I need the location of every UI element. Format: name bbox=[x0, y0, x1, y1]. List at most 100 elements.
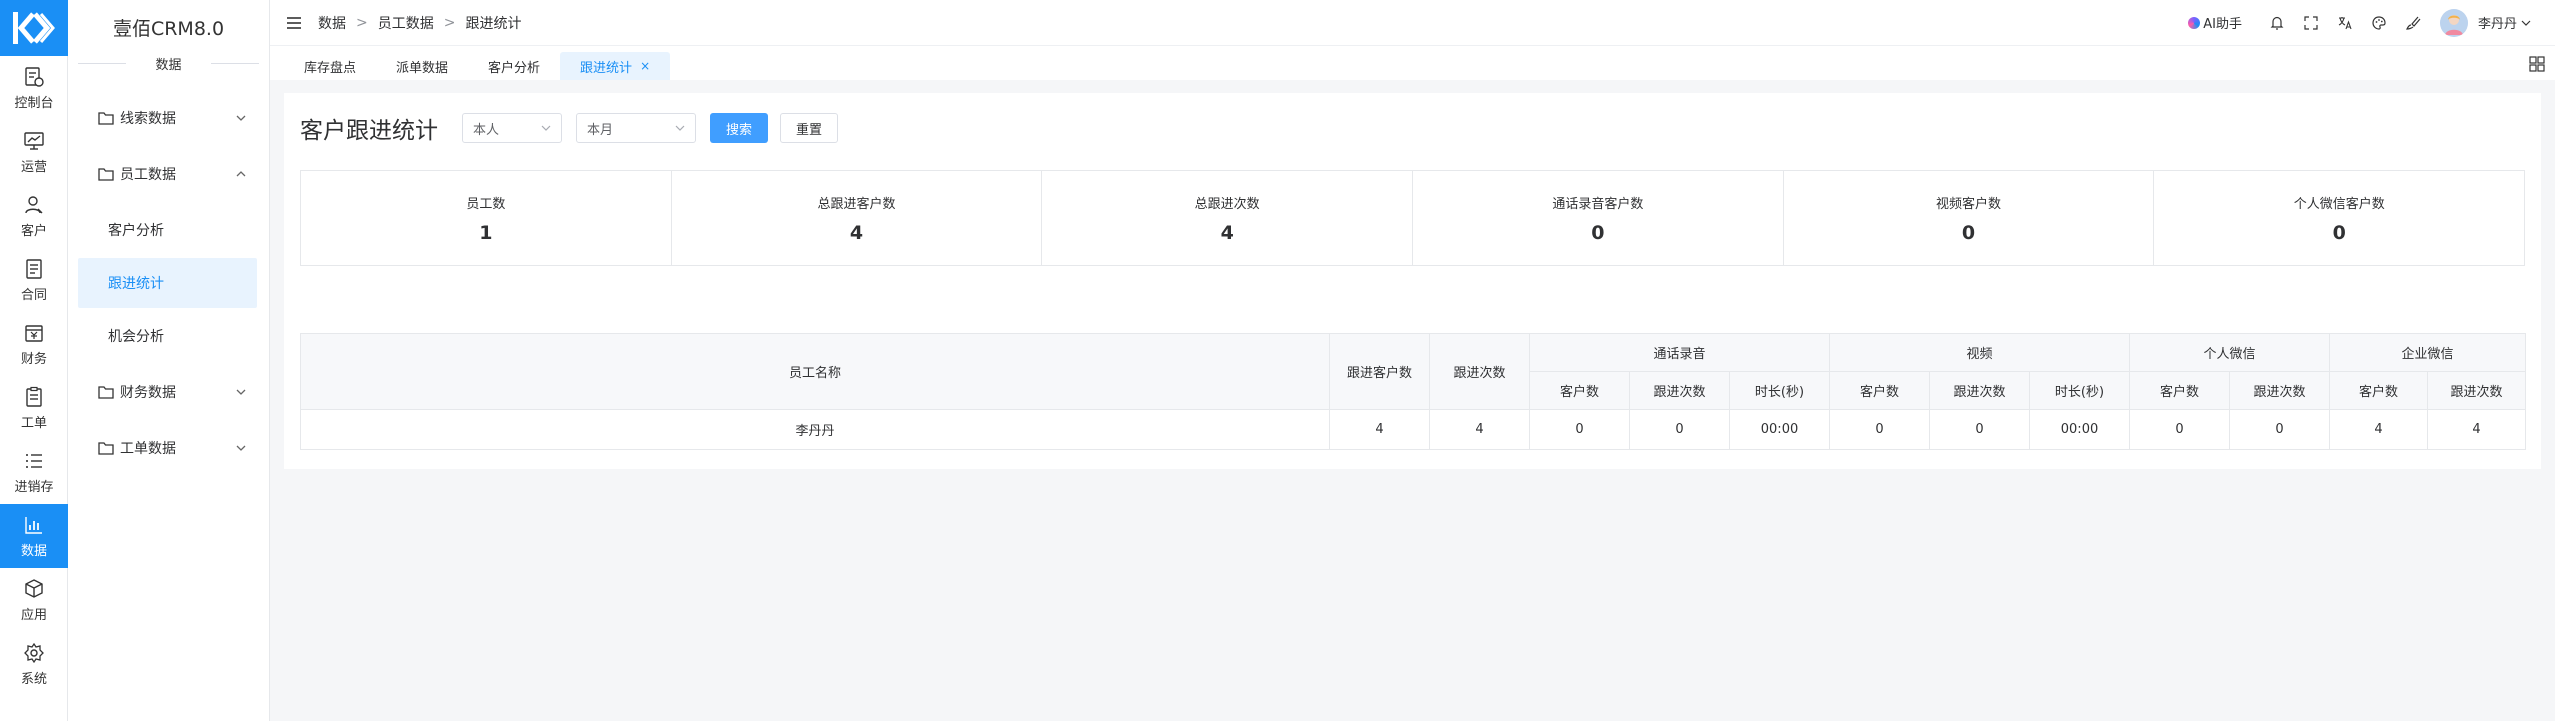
stat-staff-count: 员工数 1 bbox=[301, 171, 672, 265]
column-header: 跟进客户数 bbox=[1329, 333, 1430, 410]
scope-select[interactable]: 本人 bbox=[462, 113, 562, 143]
cell-video-follows: 0 bbox=[1929, 409, 2030, 450]
menu-group-finance[interactable]: 财务数据 bbox=[68, 364, 269, 420]
search-button[interactable]: 搜索 bbox=[710, 113, 768, 143]
chevron-down-icon[interactable] bbox=[2521, 18, 2531, 28]
page-title: 客户跟进统计 bbox=[300, 118, 438, 144]
palette-icon[interactable] bbox=[2371, 15, 2387, 31]
translate-icon[interactable] bbox=[2337, 15, 2353, 31]
ai-icon bbox=[2188, 16, 2201, 29]
chevron-down-icon bbox=[236, 389, 246, 395]
rail-label: 应用 bbox=[20, 607, 47, 623]
tab-close-icon[interactable]: × bbox=[640, 59, 650, 73]
rail-item-apps[interactable]: 应用 bbox=[0, 568, 68, 632]
rail-label: 合同 bbox=[20, 287, 47, 303]
rail-item-customers[interactable]: 客户 bbox=[0, 184, 68, 248]
breadcrumb: 数据 > 员工数据 > 跟进统计 bbox=[318, 13, 522, 33]
column-group-header: 通话录音 bbox=[1529, 333, 1830, 372]
avatar[interactable] bbox=[2439, 8, 2468, 37]
settings-icon bbox=[24, 642, 44, 663]
table-row: 李丹丹 4 4 0 0 00:00 0 0 00:00 0 0 4 4 bbox=[300, 409, 2527, 450]
cell-video-customers: 0 bbox=[1829, 409, 1930, 450]
avatar-icon bbox=[2439, 8, 2468, 37]
rail-label: 系统 bbox=[20, 671, 47, 687]
column-header: 跟进次数 bbox=[1429, 333, 1530, 410]
stat-total-follow-count: 总跟进次数 4 bbox=[1042, 171, 1414, 265]
hamburger-icon[interactable] bbox=[286, 16, 302, 30]
column-header: 客户数 bbox=[1529, 371, 1630, 410]
rail-item-dashboard[interactable]: 控制台 bbox=[0, 56, 68, 120]
stat-video-customers: 视频客户数 0 bbox=[1784, 171, 2155, 265]
fullscreen-icon[interactable] bbox=[2303, 15, 2319, 31]
document-icon bbox=[26, 258, 42, 279]
bell-icon[interactable] bbox=[2269, 15, 2285, 31]
chevron-down-icon bbox=[236, 445, 246, 451]
period-select[interactable]: 本月 bbox=[576, 113, 696, 143]
finance-icon bbox=[25, 324, 43, 342]
cell-follow-count: 4 bbox=[1429, 409, 1530, 450]
menu-group-staff[interactable]: 员工数据 bbox=[68, 146, 269, 202]
breadcrumb-item[interactable]: 员工数据 bbox=[378, 13, 434, 33]
brush-icon[interactable] bbox=[2405, 15, 2421, 31]
follow-stats-table: 员工名称 跟进客户数 跟进次数 通话录音 视频 个人微信 企业微信 客户数 跟进… bbox=[300, 333, 2527, 450]
chevron-up-icon bbox=[236, 171, 246, 177]
tab-follow-stats[interactable]: 跟进统计 × bbox=[560, 52, 671, 80]
bar-chart-icon bbox=[25, 516, 42, 534]
stats-summary: 员工数 1 总跟进客户数 4 总跟进次数 4 通话录音客户数 0 视频客户数 0 个人微信… bbox=[300, 170, 2525, 266]
dashboard-icon bbox=[25, 66, 44, 87]
stat-call-customers: 通话录音客户数 0 bbox=[1413, 171, 1784, 265]
folder-icon bbox=[98, 442, 114, 455]
column-header: 客户数 bbox=[2129, 371, 2231, 410]
tab-inventory-check[interactable]: 库存盘点 bbox=[284, 52, 376, 80]
app-title: 壹佰CRM8.0 bbox=[112, 17, 225, 40]
menu-group-leads[interactable]: 线索数据 bbox=[68, 90, 269, 146]
list-icon bbox=[26, 453, 42, 468]
menu-item-follow-stats[interactable]: 跟进统计 bbox=[78, 258, 257, 308]
rail-item-tickets[interactable]: 工单 bbox=[0, 376, 68, 440]
cell-video-duration: 00:00 bbox=[2028, 409, 2131, 450]
breadcrumb-item[interactable]: 数据 bbox=[318, 13, 346, 33]
column-header: 时长(秒) bbox=[1729, 371, 1830, 410]
chart-board-icon bbox=[24, 131, 44, 150]
cell-call-customers: 0 bbox=[1529, 409, 1630, 450]
breadcrumb-item: 跟进统计 bbox=[465, 15, 522, 32]
chevron-down-icon bbox=[541, 125, 551, 131]
menu-item-customer-analysis[interactable]: 客户分析 bbox=[78, 205, 257, 255]
folder-icon bbox=[98, 112, 114, 125]
tab-dispatch-data[interactable]: 派单数据 bbox=[376, 52, 468, 80]
menu-group-tickets[interactable]: 工单数据 bbox=[68, 420, 269, 476]
user-name[interactable]: 李丹丹 bbox=[2478, 13, 2517, 32]
chevron-down-icon bbox=[236, 115, 246, 121]
column-header: 员工名称 bbox=[300, 333, 1330, 410]
rail-label: 财务 bbox=[20, 351, 47, 367]
menu-item-opportunity-analysis[interactable]: 机会分析 bbox=[78, 311, 257, 361]
top-bar: 数据 > 员工数据 > 跟进统计 AI助手 李丹丹 bbox=[270, 0, 2555, 46]
cell-personal-wechat-follows: 0 bbox=[2229, 409, 2331, 450]
rail-item-finance[interactable]: 财务 bbox=[0, 312, 68, 376]
column-group-header: 企业微信 bbox=[2329, 333, 2527, 372]
rail-item-system[interactable]: 系统 bbox=[0, 632, 68, 696]
tab-customer-analysis[interactable]: 客户分析 bbox=[468, 52, 560, 80]
stat-total-followed-customers: 总跟进客户数 4 bbox=[672, 171, 1043, 265]
rail-item-contracts[interactable]: 合同 bbox=[0, 248, 68, 312]
cube-icon bbox=[25, 578, 43, 598]
filter-toolbar: 客户跟进统计 本人 本月 搜索 重置 bbox=[300, 113, 838, 144]
rail-item-operations[interactable]: 运营 bbox=[0, 120, 68, 184]
reset-button[interactable]: 重置 bbox=[780, 113, 838, 143]
app-logo[interactable] bbox=[0, 0, 68, 56]
stat-personal-wechat-customers: 个人微信客户数 0 bbox=[2293, 196, 2385, 244]
rail-label: 进销存 bbox=[14, 479, 54, 495]
rail-label: 客户 bbox=[20, 223, 47, 239]
rail-item-data[interactable]: 数据 bbox=[0, 504, 68, 568]
column-header: 客户数 bbox=[1829, 371, 1930, 410]
column-header: 时长(秒) bbox=[2028, 371, 2131, 410]
grid-icon[interactable] bbox=[2529, 56, 2545, 72]
clipboard-icon bbox=[26, 386, 42, 407]
cell-personal-wechat-customers: 0 bbox=[2129, 409, 2231, 450]
user-icon bbox=[25, 195, 43, 213]
rail-item-inventory[interactable]: 进销存 bbox=[0, 440, 68, 504]
ai-assistant-button[interactable]: AI助手 bbox=[2188, 13, 2242, 32]
cell-call-duration: 00:00 bbox=[1729, 409, 1830, 450]
rail-label: 控制台 bbox=[14, 95, 54, 111]
column-group-header: 个人微信 bbox=[2129, 333, 2331, 372]
